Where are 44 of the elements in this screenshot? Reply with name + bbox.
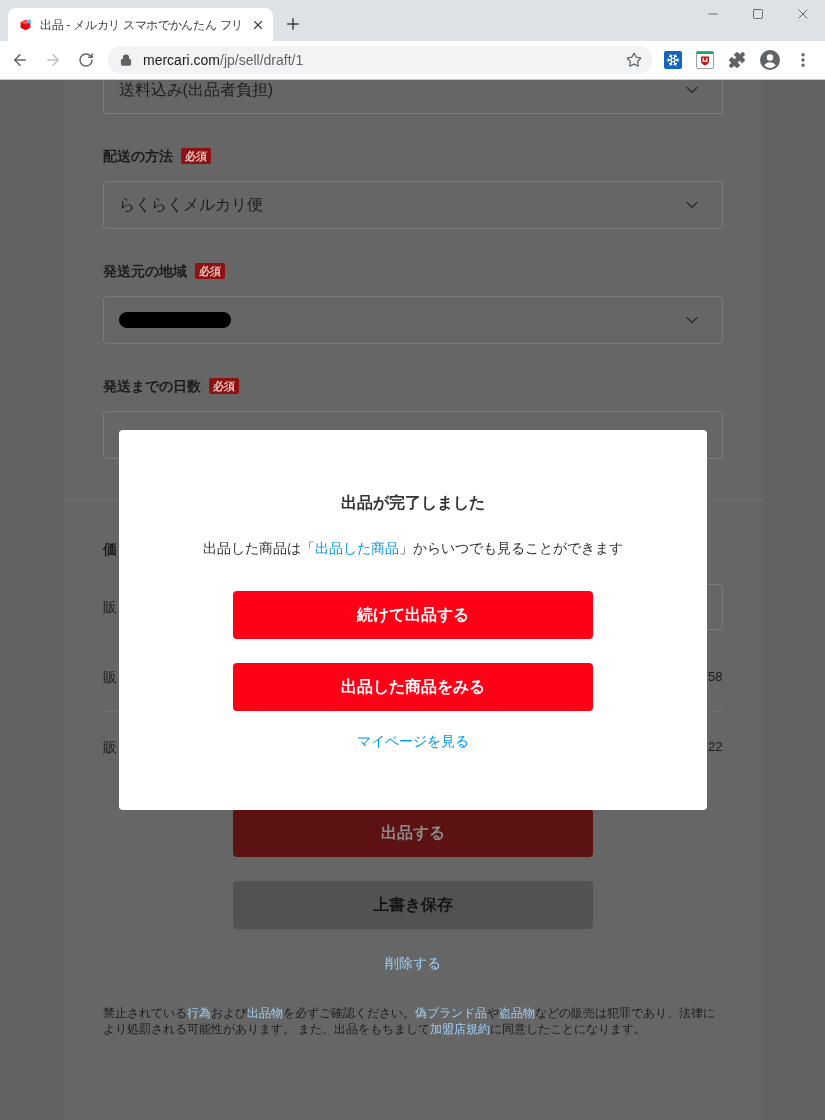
reload-icon[interactable]	[78, 52, 94, 68]
notice-link[interactable]: 加盟店規約	[429, 1022, 490, 1036]
field-label: 配送の方法	[102, 147, 173, 166]
row-label: 販	[102, 738, 117, 757]
snowflake-icon[interactable]	[664, 51, 682, 69]
listed-items-link[interactable]: 出品した商品	[314, 540, 399, 556]
notice-link[interactable]: 出品物	[246, 1006, 283, 1020]
required-badge: 必須	[194, 263, 225, 279]
notice-text: 禁止されている行為および出品物を必ずご確認ください。偽ブランド品や盗品物などの販売は犯罪であり、法律により処罰される可能性があります。 また、出品をもちまして加盟店規約に同意したことになります。	[102, 1005, 716, 1037]
mypage-link[interactable]: マイページを見る	[356, 731, 469, 751]
dialog-button[interactable]: 出品した商品をみる	[232, 663, 593, 711]
field-label: 発送までの日数	[102, 377, 201, 396]
row-label: 販	[102, 668, 117, 687]
dialog-button[interactable]: 続けて出品する	[232, 591, 593, 639]
field-label: 発送元の地域	[102, 262, 187, 281]
delete-link[interactable]: 削除する	[384, 953, 441, 973]
dialog-message: 出品した商品は「出品した商品」からいつでも見ることができます	[202, 539, 623, 558]
notice-link[interactable]: 盗品物	[498, 1006, 535, 1020]
account-icon[interactable]	[760, 50, 780, 70]
address-bar[interactable]: mercari.com/jp/sell/draft/1	[108, 46, 652, 74]
row-label: 販	[102, 598, 117, 617]
row-value: 58	[708, 668, 723, 686]
required-badge: 必須	[208, 378, 239, 394]
submit-button[interactable]: 出品する	[232, 809, 593, 857]
select-field[interactable]: 送料込み(出品者負担)	[102, 80, 723, 114]
shield-icon[interactable]	[696, 51, 714, 69]
star-icon[interactable]	[626, 52, 642, 68]
plus-icon[interactable]	[284, 15, 302, 33]
dialog-title: 出品が完了しました	[340, 493, 485, 513]
browser-tab[interactable]: 出品 - メルカリ スマホでかんたん フリ	[8, 8, 273, 41]
maximize-icon[interactable]	[751, 8, 764, 20]
tab-title: 出品 - メルカリ スマホでかんたん フリ	[39, 16, 243, 34]
notice-link[interactable]: 偽ブランド品	[414, 1006, 487, 1020]
section-title: 価	[102, 540, 117, 558]
select-field[interactable]: らくらくメルカリ便	[102, 181, 723, 229]
url-text: mercari.com/jp/sell/draft/1	[143, 51, 305, 69]
select-field[interactable]	[102, 296, 723, 344]
required-badge: 必須	[180, 148, 211, 164]
row-value: 22	[708, 738, 723, 756]
lock-icon	[120, 54, 132, 66]
save-button[interactable]: 上書き保存	[232, 881, 593, 929]
notice-link[interactable]: 行為	[186, 1006, 211, 1020]
logo-icon	[19, 16, 32, 33]
puzzle-icon[interactable]	[728, 51, 746, 69]
